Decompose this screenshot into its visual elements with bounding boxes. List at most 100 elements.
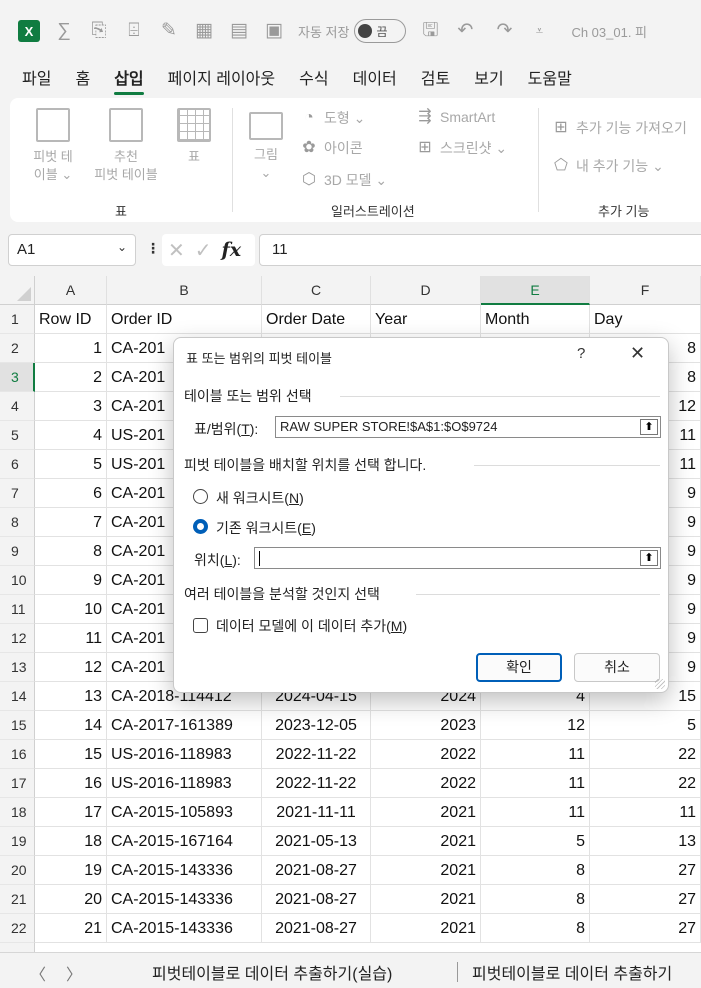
column-header-a[interactable]: A xyxy=(35,276,107,305)
table-cell[interactable]: 7 xyxy=(35,508,107,537)
header-cell[interactable]: Order ID xyxy=(107,305,262,334)
table-cell[interactable]: CA-2015-105893 xyxy=(107,798,262,827)
screenshot-button[interactable]: ⊞ 스크린샷 ⌄ xyxy=(416,138,507,158)
autosave-toggle[interactable]: 끔 xyxy=(354,19,407,43)
tab-file[interactable]: 파일 xyxy=(22,62,63,98)
chevron-down-icon[interactable]: ⌄ xyxy=(117,240,127,254)
table-cell[interactable]: 22 xyxy=(590,769,701,798)
row-header[interactable]: 6 xyxy=(0,450,35,479)
table-cell[interactable]: 27 xyxy=(590,856,701,885)
save-icon[interactable]: 🖫 xyxy=(419,20,441,42)
row-header[interactable]: 15 xyxy=(0,711,35,740)
table-cell[interactable]: 11 xyxy=(35,624,107,653)
column-header-d[interactable]: D xyxy=(371,276,481,305)
table-cell[interactable]: 2022-11-22 xyxy=(262,740,371,769)
range-input[interactable]: RAW SUPER STORE!$A$1:$O$9724 ⬆ xyxy=(275,416,661,438)
table-cell[interactable]: 5 xyxy=(590,711,701,740)
row-header[interactable]: 19 xyxy=(0,827,35,856)
row-header[interactable]: 10 xyxy=(0,566,35,595)
picture-button[interactable]: 그림 ⌄ xyxy=(244,112,288,182)
new-worksheet-label[interactable]: 새 워크시트(N) xyxy=(216,488,304,508)
new-worksheet-radio[interactable] xyxy=(193,489,208,504)
row-header[interactable]: 7 xyxy=(0,479,35,508)
column-header-b[interactable]: B xyxy=(107,276,262,305)
more-options-icon[interactable]: ⋮ xyxy=(146,240,160,257)
row-header[interactable]: 4 xyxy=(0,392,35,421)
add-data-model-label[interactable]: 데이터 모델에 이 데이터 추가(M) xyxy=(216,616,407,636)
recommended-pivot-button[interactable]: 추천 피벗 테이블 xyxy=(84,108,168,184)
shapes-button[interactable]: ◔ 도형 ⌄ xyxy=(300,108,365,128)
table-cell[interactable]: 8 xyxy=(481,914,590,943)
table-style-icon[interactable]: ▦ xyxy=(193,20,215,42)
table-cell[interactable]: 2021-08-27 xyxy=(262,885,371,914)
tab-insert[interactable]: 삽입 xyxy=(114,62,155,98)
number-format-icon[interactable]: ⌹ xyxy=(123,20,145,42)
header-cell[interactable]: Year xyxy=(371,305,481,334)
row-header[interactable]: 3 xyxy=(0,363,35,392)
confirm-entry-icon[interactable]: ✓ xyxy=(195,238,212,263)
row-header[interactable]: 2 xyxy=(0,334,35,363)
table-cell[interactable]: 2021 xyxy=(371,798,481,827)
my-addins-button[interactable]: ⬠ 내 추가 기능 ⌄ xyxy=(552,156,664,176)
table-cell[interactable]: 4 xyxy=(35,421,107,450)
scroll-right-icon[interactable]: 〉 xyxy=(66,961,82,985)
insert-function-icon[interactable]: ⎘ xyxy=(88,20,110,42)
table-cell[interactable]: CA-2015-143336 xyxy=(107,885,262,914)
table-cell[interactable]: 2021 xyxy=(371,856,481,885)
icons-button[interactable]: ✿ 아이콘 xyxy=(300,138,362,158)
add-data-model-checkbox[interactable] xyxy=(193,618,208,633)
table-cell[interactable]: 2021-11-11 xyxy=(262,798,371,827)
table-cell[interactable]: 11 xyxy=(481,769,590,798)
formula-input[interactable]: 11 xyxy=(259,234,701,266)
table-cell[interactable]: CA-2017-161389 xyxy=(107,711,262,740)
pivot-table-button[interactable]: 피벗 테 이블 ⌄ xyxy=(24,108,82,184)
table-cell[interactable]: US-2016-118983 xyxy=(107,740,262,769)
table-cell[interactable]: 2022-11-22 xyxy=(262,769,371,798)
table-cell[interactable]: CA-2015-167164 xyxy=(107,827,262,856)
table-cell[interactable]: 22 xyxy=(590,740,701,769)
smartart-button[interactable]: ⇶ SmartArt xyxy=(416,108,495,126)
table-cell[interactable]: 8 xyxy=(481,856,590,885)
table-cell[interactable]: 27 xyxy=(590,885,701,914)
row-header[interactable]: 5 xyxy=(0,421,35,450)
table-cell[interactable]: 1 xyxy=(35,334,107,363)
sheet-tab-practice[interactable]: 피벗테이블로 데이터 추출하기(실습) xyxy=(152,960,392,984)
row-header[interactable]: 8 xyxy=(0,508,35,537)
column-header-c[interactable]: C xyxy=(262,276,371,305)
row-header[interactable]: 17 xyxy=(0,769,35,798)
table-cell[interactable]: 15 xyxy=(35,740,107,769)
customize-qat-icon[interactable]: ⩡ xyxy=(528,20,550,42)
close-icon[interactable]: ✕ xyxy=(630,343,645,364)
header-cell[interactable]: Row ID xyxy=(35,305,107,334)
table-cell[interactable]: 21 xyxy=(35,914,107,943)
table-cell[interactable]: 11 xyxy=(481,740,590,769)
row-header[interactable]: 9 xyxy=(0,537,35,566)
table-cell[interactable]: 2022 xyxy=(371,769,481,798)
table-cell[interactable]: 13 xyxy=(35,682,107,711)
header-cell[interactable]: Order Date xyxy=(262,305,371,334)
form-icon[interactable]: ▣ xyxy=(263,20,285,42)
table-cell[interactable]: 2023-12-05 xyxy=(262,711,371,740)
table-cell[interactable]: 2022 xyxy=(371,740,481,769)
cancel-button[interactable]: 취소 xyxy=(574,653,660,682)
row-header[interactable]: 11 xyxy=(0,595,35,624)
table-cell[interactable]: US-2016-118983 xyxy=(107,769,262,798)
autosum-icon[interactable]: ∑ xyxy=(53,20,75,42)
undo-icon[interactable]: ↶ xyxy=(454,20,476,42)
existing-worksheet-radio[interactable] xyxy=(193,519,208,534)
row-header[interactable]: 20 xyxy=(0,856,35,885)
name-box[interactable]: A1 ⌄ xyxy=(8,234,136,266)
resize-grip-icon[interactable] xyxy=(655,679,665,689)
ok-button[interactable]: 확인 xyxy=(476,653,562,682)
table-cell[interactable]: 8 xyxy=(481,885,590,914)
table-cell[interactable]: CA-2015-143336 xyxy=(107,914,262,943)
table-cell[interactable]: 27 xyxy=(590,914,701,943)
table-cell[interactable]: 13 xyxy=(590,827,701,856)
table-cell[interactable]: 8 xyxy=(35,537,107,566)
table-cell[interactable]: 5 xyxy=(35,450,107,479)
row-header[interactable]: 16 xyxy=(0,740,35,769)
header-cell[interactable]: Month xyxy=(481,305,590,334)
help-button[interactable]: ? xyxy=(577,345,585,362)
scroll-left-icon[interactable]: 〈 xyxy=(30,961,46,985)
table-cell[interactable]: 2021-08-27 xyxy=(262,914,371,943)
